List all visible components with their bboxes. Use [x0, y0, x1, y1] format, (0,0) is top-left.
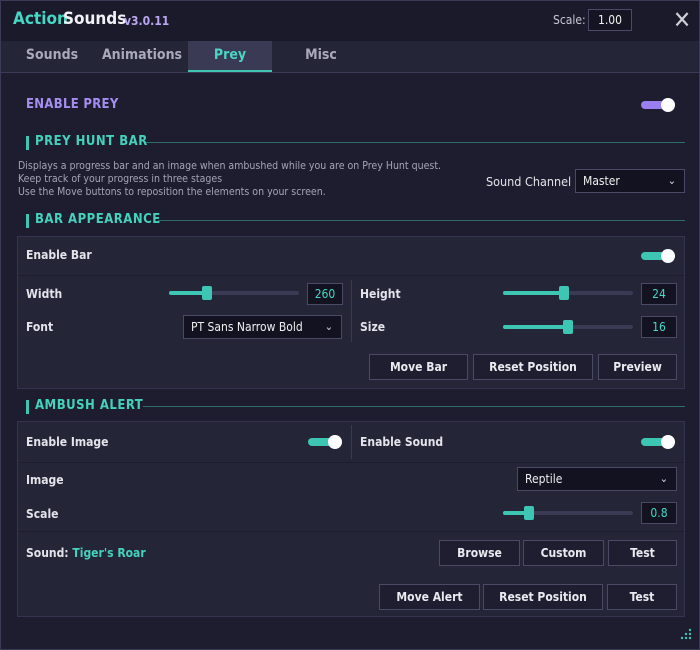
row-divider — [18, 275, 684, 276]
sound-label: Sound: Tiger's Roar — [26, 546, 146, 560]
chevron-down-icon: ⌄ — [659, 472, 668, 485]
app-title-sounds: Sounds — [63, 9, 127, 29]
slider-thumb[interactable] — [524, 506, 534, 520]
font-value: PT Sans Narrow Bold — [191, 320, 303, 334]
size-slider[interactable] — [503, 320, 633, 334]
close-icon[interactable]: ✕ — [671, 8, 693, 32]
move-bar-button[interactable]: Move Bar — [369, 354, 468, 380]
column-divider — [351, 425, 352, 459]
browse-button[interactable]: Browse — [439, 540, 520, 566]
toggle-knob — [661, 435, 675, 449]
toggle-knob — [661, 249, 675, 263]
test-alert-button[interactable]: Test — [607, 584, 677, 610]
size-value[interactable]: 16 — [641, 316, 677, 338]
addon-window: Action Sounds v3.0.11 Scale: 1.00 ✕ Soun… — [0, 0, 700, 650]
reset-position-button[interactable]: Reset Position — [473, 354, 593, 380]
column-divider — [351, 280, 352, 342]
image-select[interactable]: Reptile ⌄ — [517, 467, 677, 491]
scale-label: Scale: — [553, 13, 586, 27]
chevron-down-icon: ⌄ — [324, 320, 333, 333]
section-accent — [26, 214, 29, 228]
version-label: v3.0.11 — [124, 14, 170, 28]
tab-sounds[interactable]: Sounds — [13, 41, 91, 72]
reset-alert-position-button[interactable]: Reset Position — [483, 584, 603, 610]
enable-image-label: Enable Image — [26, 435, 109, 449]
section-accent — [26, 136, 29, 150]
font-label: Font — [26, 320, 54, 334]
resize-grip-icon[interactable] — [677, 627, 693, 643]
slider-fill — [503, 291, 565, 295]
scale-label: Scale — [26, 507, 59, 521]
slider-thumb[interactable] — [559, 286, 569, 300]
preview-button[interactable]: Preview — [598, 354, 677, 380]
tab-prey[interactable]: Prey — [188, 41, 272, 72]
enable-bar-label: Enable Bar — [26, 248, 92, 262]
image-label: Image — [26, 473, 64, 487]
move-alert-button[interactable]: Move Alert — [379, 584, 480, 610]
description-line-2: Keep track of your progress in three sta… — [18, 173, 223, 185]
width-slider[interactable] — [169, 286, 299, 300]
section-title: PREY HUNT BAR — [35, 134, 148, 149]
width-label: Width — [26, 287, 63, 301]
sound-channel-label: Sound Channel — [486, 174, 572, 189]
title-bar[interactable]: Action Sounds v3.0.11 Scale: 1.00 ✕ — [1, 1, 699, 41]
section-divider — [143, 406, 685, 407]
section-divider — [146, 142, 685, 143]
section-accent — [26, 400, 29, 414]
scale-value[interactable]: 0.8 — [641, 502, 677, 524]
sound-name: Tiger's Roar — [72, 546, 146, 560]
enable-sound-toggle[interactable] — [641, 435, 675, 449]
enable-image-toggle[interactable] — [308, 435, 342, 449]
size-label: Size — [360, 320, 386, 334]
tab-misc[interactable]: Misc — [281, 41, 361, 72]
tab-animations[interactable]: Animations — [97, 41, 187, 72]
row-divider — [18, 531, 684, 532]
toggle-knob — [328, 435, 342, 449]
sound-channel-select[interactable]: Master ⌄ — [575, 169, 685, 193]
section-divider — [158, 220, 685, 221]
section-title: AMBUSH ALERT — [35, 398, 144, 413]
description-line-3: Use the Move buttons to reposition the e… — [18, 186, 326, 198]
sound-prefix: Sound: — [26, 546, 69, 560]
row-divider — [18, 462, 684, 463]
enable-prey-label: ENABLE PREY — [26, 97, 119, 112]
slider-thumb[interactable] — [563, 320, 573, 334]
slider-thumb[interactable] — [202, 286, 212, 300]
sound-channel-value: Master — [583, 174, 620, 188]
enable-bar-toggle[interactable] — [641, 249, 675, 263]
height-value[interactable]: 24 — [641, 283, 677, 305]
font-select[interactable]: PT Sans Narrow Bold ⌄ — [183, 315, 342, 339]
enable-prey-toggle[interactable] — [641, 98, 675, 112]
description-line-1: Displays a progress bar and an image whe… — [18, 160, 442, 172]
toggle-knob — [661, 98, 675, 112]
scale-input[interactable]: 1.00 — [588, 9, 632, 31]
slider-fill — [503, 325, 569, 329]
height-slider[interactable] — [503, 286, 633, 300]
chevron-down-icon: ⌄ — [667, 174, 676, 187]
width-value[interactable]: 260 — [307, 283, 343, 305]
height-label: Height — [360, 287, 401, 301]
enable-sound-label: Enable Sound — [360, 435, 444, 449]
custom-button[interactable]: Custom — [523, 540, 604, 566]
app-title-action: Action — [13, 9, 68, 29]
scale-slider[interactable] — [503, 506, 633, 520]
section-title: BAR APPEARANCE — [35, 212, 161, 227]
tab-bar: Sounds Animations Prey Misc — [1, 41, 699, 73]
image-value: Reptile — [525, 472, 563, 486]
test-sound-button[interactable]: Test — [608, 540, 677, 566]
